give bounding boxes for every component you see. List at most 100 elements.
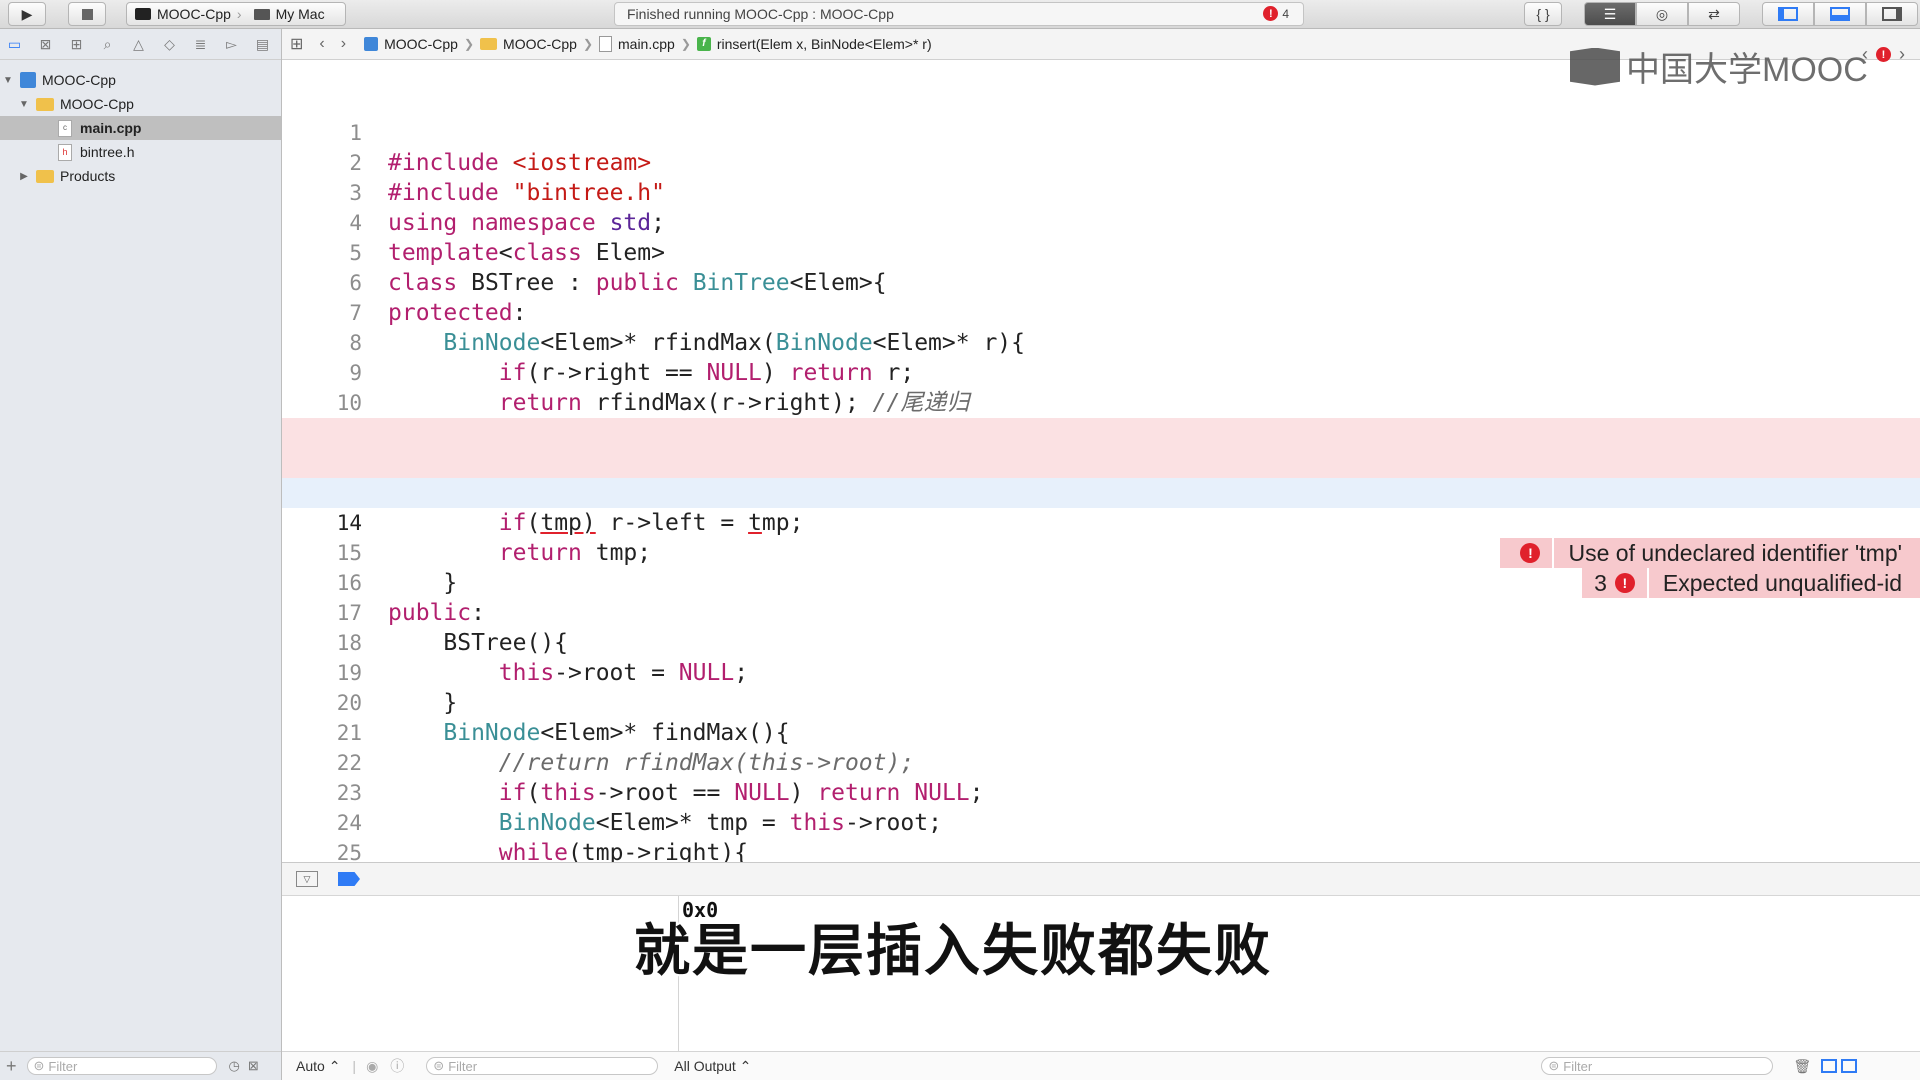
folder-icon	[480, 38, 498, 50]
error-icon[interactable]: !	[1876, 47, 1891, 62]
breadcrumb-label: MOOC-Cpp	[384, 36, 458, 52]
error-count-badge[interactable]: ! 4	[1263, 6, 1289, 21]
disclosure-open-icon[interactable]: ▼	[18, 99, 30, 110]
code-line: 17 BSTree(){	[282, 568, 1920, 656]
debug-bottom-bar: Auto ⌃ | ◉ ⓘ ⊜ Filter All Output ⌃ ⊜ Fil…	[282, 1051, 1920, 1080]
code-line: 8 if(r->right == NULL) return r;	[282, 298, 1920, 386]
code-line-error: 13 if(tmp) r->left = tmp; 3 ! Expected u…	[282, 448, 1920, 598]
previous-issue-icon[interactable]: ‹	[1862, 44, 1868, 65]
code-line: 18 this->root = NULL;	[282, 598, 1920, 686]
code-line: 21 //return rfindMax(this->root);	[282, 688, 1920, 776]
tree-item-label: Products	[60, 168, 116, 184]
test-icon[interactable]: ◇	[159, 36, 180, 52]
filter-placeholder: Filter	[448, 1058, 478, 1074]
code-line: 4 template<class Elem>	[282, 178, 1920, 266]
report-icon[interactable]: ▤	[252, 36, 273, 52]
filter-icon: ⊜	[1548, 1058, 1560, 1073]
code-line: 19 }	[282, 628, 1920, 716]
console-view-toggle-icon[interactable]	[1841, 1059, 1858, 1073]
folder-icon[interactable]: ▭	[4, 36, 25, 52]
breadcrumb-project[interactable]: MOOC-Cpp	[364, 36, 458, 52]
left-panel-icon	[1778, 7, 1798, 21]
standard-editor-button[interactable]: ☰	[1584, 2, 1636, 26]
library-button[interactable]: { }	[1524, 2, 1562, 26]
symbol-navigator-icon[interactable]: ⊠	[35, 36, 56, 52]
info-icon[interactable]: ⓘ	[390, 1056, 404, 1076]
navigator-filter-input[interactable]: ⊜ Filter	[26, 1057, 217, 1075]
tree-item-products[interactable]: ▶ Products	[0, 164, 281, 188]
rings-icon: ◎	[1655, 5, 1669, 22]
scheme-selector[interactable]: MOOC-Cpp › My Mac	[126, 2, 346, 26]
variables-filter-input[interactable]: ⊜ Filter	[426, 1057, 659, 1075]
output-select[interactable]: All Output ⌃	[674, 1058, 751, 1075]
add-icon[interactable]: +	[6, 1056, 17, 1077]
header-file-icon: h	[58, 143, 72, 161]
code-line: 1 #include <iostream>	[282, 88, 1920, 176]
source-editor[interactable]: 1 #include <iostream> 2 #include "bintre…	[282, 60, 1920, 862]
variables-scope-select[interactable]: Auto ⌃	[296, 1058, 340, 1075]
chevron-right-icon: ❯	[582, 37, 593, 51]
watermark-text: 中国大学MOOC	[1626, 51, 1868, 89]
tree-item-label: main.cpp	[80, 120, 142, 136]
hierarchy-icon[interactable]: ⊞	[66, 36, 87, 52]
tree-item-label: MOOC-Cpp	[42, 72, 116, 88]
divider: |	[352, 1058, 357, 1074]
tree-item-label: bintree.h	[80, 144, 135, 160]
folder-icon	[36, 97, 54, 111]
filter-placeholder: Filter	[48, 1058, 78, 1074]
disclosure-closed-icon[interactable]: ▶	[18, 171, 30, 182]
stop-button[interactable]	[68, 2, 106, 26]
back-icon[interactable]: ‹	[319, 35, 324, 53]
debug-bar: ▽	[282, 862, 1920, 896]
toggle-utilities-button[interactable]	[1866, 2, 1918, 26]
code-line: 2 #include "bintree.h"	[282, 118, 1920, 206]
trash-icon[interactable]: 🗑	[1793, 1058, 1811, 1075]
scm-filter-icon[interactable]: ⊠	[248, 1058, 259, 1074]
hide-debug-area-icon[interactable]: ▽	[296, 871, 318, 887]
stop-icon	[81, 8, 93, 20]
console-filter-input[interactable]: ⊜ Filter	[1541, 1057, 1774, 1075]
toggle-debug-area-button[interactable]	[1814, 2, 1866, 26]
code-line-current: 14 return tmp;	[282, 478, 1920, 566]
code-line: 5 class BSTree : public BinTree<Elem>{	[282, 208, 1920, 296]
code-line: 15 }	[282, 508, 1920, 596]
breadcrumb-function[interactable]: f rinsert(Elem x, BinNode<Elem>* r)	[696, 36, 932, 52]
breakpoint-icon[interactable]: ▻	[221, 36, 242, 52]
eye-icon[interactable]: ◉	[366, 1058, 378, 1075]
play-icon: ▶	[21, 5, 33, 22]
debug-icon[interactable]: ≣	[190, 36, 211, 52]
tree-item-bintree-h[interactable]: h bintree.h	[0, 140, 281, 164]
code-line: 23 BinNode<Elem>* tmp = this->root;	[282, 748, 1920, 836]
recent-files-icon[interactable]: ◷	[229, 1058, 240, 1074]
braces-icon: { }	[1536, 6, 1550, 22]
filter-icon: ⊜	[433, 1058, 445, 1073]
scheme-app-icon	[135, 8, 151, 20]
breadcrumb-file[interactable]: main.cpp	[599, 36, 675, 52]
mooc-watermark-logo: 中国大学MOOC	[1570, 42, 1868, 91]
assistant-editor-button[interactable]: ◎	[1636, 2, 1688, 26]
code-line: 25 tmp = tmp->right;	[282, 808, 1920, 862]
code-line: 26 }	[282, 838, 1920, 862]
breakpoints-toggle-icon[interactable]	[338, 872, 360, 886]
code-line-error: 12 tmp = rinsert(x, r->left); ! Use of u…	[282, 418, 1920, 568]
forward-icon[interactable]: ›	[341, 35, 346, 53]
video-subtitle: 就是一层插入失败都失败	[634, 919, 1272, 984]
code-line: 24 while(tmp->right){	[282, 778, 1920, 862]
navigator-filter-bar: + ⊜ Filter ◷ ⊠	[0, 1051, 281, 1080]
search-icon[interactable]: ⌕	[97, 36, 118, 52]
project-navigator: ▭ ⊠ ⊞ ⌕ △ ◇ ≣ ▻ ▤ ▼ MOOC-Cpp ▼ MOOC-Cpp …	[0, 29, 282, 1080]
variables-view-toggle-icon[interactable]	[1821, 1059, 1838, 1073]
toggle-navigator-button[interactable]	[1762, 2, 1814, 26]
tree-item-project[interactable]: ▼ MOOC-Cpp	[0, 68, 281, 92]
next-issue-icon[interactable]: ›	[1899, 44, 1905, 65]
code-line: 11 BinNode<Elem>* rinsert(Elem x, BinNod…	[282, 388, 1920, 476]
tree-item-main-cpp[interactable]: c main.cpp	[0, 116, 281, 140]
disclosure-open-icon[interactable]: ▼	[2, 75, 14, 86]
breadcrumb-group[interactable]: MOOC-Cpp	[480, 36, 577, 52]
code-line: 22 if(this->root == NULL) return NULL;	[282, 718, 1920, 806]
tree-item-group[interactable]: ▼ MOOC-Cpp	[0, 92, 281, 116]
run-button[interactable]: ▶	[8, 2, 46, 26]
warning-icon[interactable]: △	[128, 36, 149, 52]
related-items-icon[interactable]: ⊞	[290, 34, 303, 54]
version-editor-button[interactable]: ⇄	[1688, 2, 1740, 26]
